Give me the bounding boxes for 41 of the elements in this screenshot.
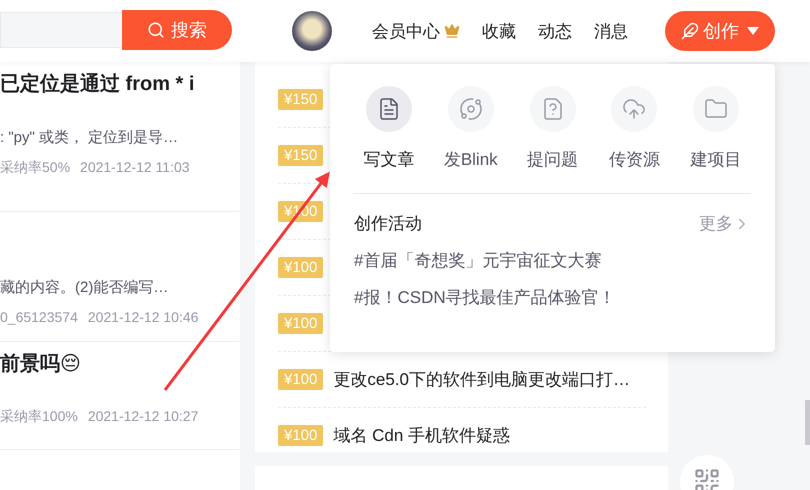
question-meta: 采纳率100% xyxy=(0,408,78,426)
bounty-title[interactable]: 域名 Cdn 手机软件疑惑 xyxy=(333,424,510,447)
bounty-price: ¥100 xyxy=(278,425,324,446)
qr-code-icon xyxy=(693,467,721,490)
question-meta: 0_65123574 xyxy=(0,309,78,325)
user-avatar[interactable] xyxy=(292,11,332,51)
create-action[interactable]: 建项目 xyxy=(681,86,751,171)
bounty-price: ¥150 xyxy=(278,145,324,166)
create-action[interactable]: 提问题 xyxy=(518,86,588,171)
bounty-title[interactable]: 更改ce5.0下的软件到电脑更改端口打… xyxy=(333,368,630,391)
bounty-price: ¥100 xyxy=(278,313,324,334)
cloud-upload-icon xyxy=(622,97,646,121)
planet-icon xyxy=(458,97,483,121)
crown-icon xyxy=(444,23,460,39)
question-meta: 2021-12-12 10:27 xyxy=(88,408,198,426)
create-action[interactable]: 写文章 xyxy=(354,86,424,171)
question-description: 藏的内容。(2)能否编写… xyxy=(0,278,170,297)
bounty-price: ¥150 xyxy=(278,89,324,110)
question-title[interactable]: 前景吗😔 xyxy=(0,352,240,396)
nav-link[interactable]: 会员中心 xyxy=(372,20,460,42)
nav-link[interactable]: 收藏 xyxy=(482,20,516,42)
create-action[interactable]: 传资源 xyxy=(599,86,670,171)
question-title[interactable]: 已定位是通过 from * i xyxy=(0,72,240,116)
question-meta: 采纳率50% xyxy=(0,159,70,177)
activity-link[interactable]: #首届「奇想奖」元宇宙征文大赛 xyxy=(354,249,751,272)
bounty-price: ¥100 xyxy=(278,369,324,390)
folder-icon xyxy=(704,97,728,121)
activities-heading: 创作活动 xyxy=(354,213,422,235)
create-action[interactable]: 发Blink xyxy=(436,86,506,171)
caret-icon xyxy=(747,27,759,35)
question-meta: 2021-12-12 10:46 xyxy=(88,309,198,325)
nav-link[interactable]: 动态 xyxy=(538,20,572,42)
bounty-price: ¥100 xyxy=(278,257,324,278)
feather-icon xyxy=(681,22,699,40)
question-meta: 2021-12-12 11:03 xyxy=(80,159,190,177)
search-field[interactable] xyxy=(0,12,122,48)
question-description: : "py" 或类， 定位到是导… xyxy=(0,128,180,147)
scrollbar-thumb[interactable] xyxy=(805,400,810,445)
nav-link[interactable]: 消息 xyxy=(594,20,628,42)
activity-link[interactable]: #报！CSDN寻找最佳产品体验官！ xyxy=(354,286,751,309)
search-icon xyxy=(147,21,165,39)
